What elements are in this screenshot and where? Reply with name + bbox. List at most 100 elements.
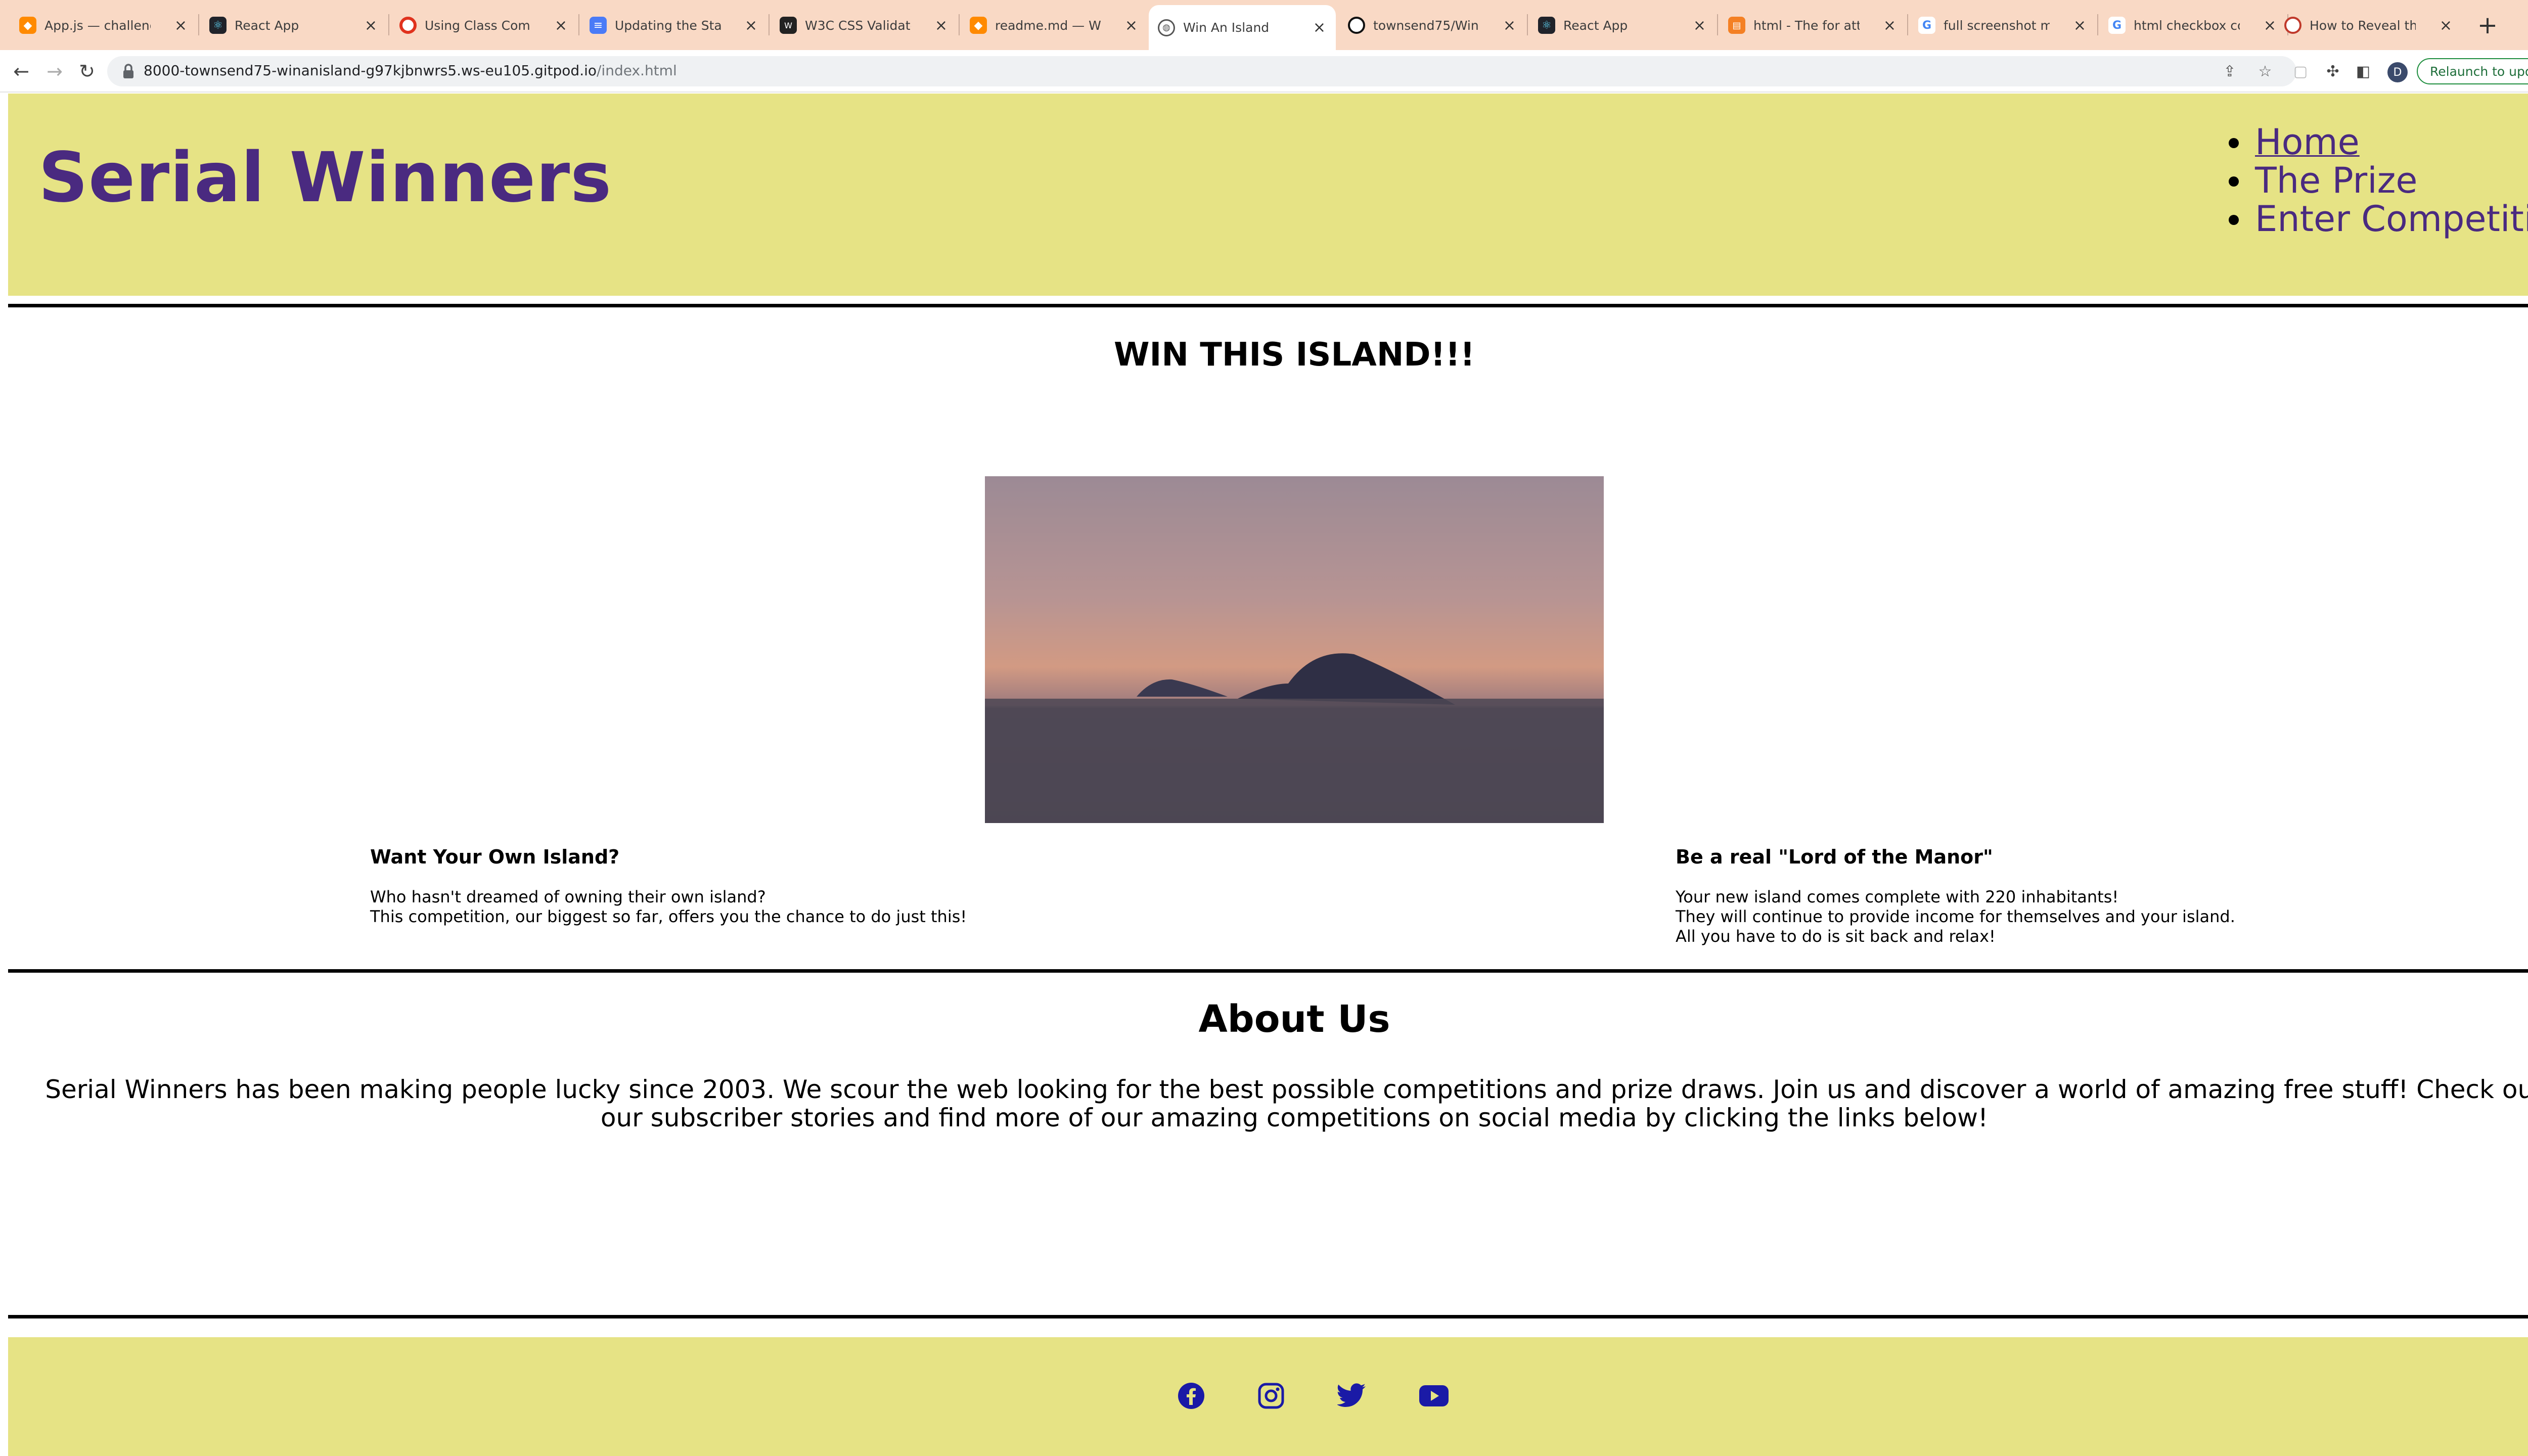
tab-title: W3C CSS Validator r xyxy=(805,18,911,33)
stackoverflow-icon: ▤ xyxy=(1728,17,1745,34)
tab-divider xyxy=(198,14,199,35)
nav-link-home[interactable]: Home xyxy=(2255,121,2360,163)
browser-tab[interactable]: How to Reveal the Li × xyxy=(2275,8,2462,42)
avatar-initial: D xyxy=(2393,66,2402,79)
browser-tab[interactable]: G full screenshot mac × xyxy=(1909,8,2096,42)
gitpod-icon: ◆ xyxy=(970,17,987,34)
github-icon xyxy=(1348,17,1365,34)
forward-button[interactable]: → xyxy=(40,57,69,85)
puzzle-icon[interactable]: ✣ xyxy=(2323,61,2343,81)
page-icon xyxy=(2284,17,2301,34)
youtube-icon[interactable] xyxy=(1419,1381,1449,1411)
about-text: Serial Winners has been making people lu… xyxy=(45,1075,2528,1132)
tab-title: readme.md — Win-a xyxy=(995,18,1101,33)
nav-item-enter[interactable]: Enter Competition xyxy=(2229,198,2528,240)
left-heading: Want Your Own Island? xyxy=(370,846,620,868)
close-icon[interactable]: × xyxy=(745,17,757,34)
close-icon[interactable]: × xyxy=(2073,17,2086,34)
web-page: Serial Winners Home The Prize Enter Comp… xyxy=(0,94,2528,1456)
nav-item-home[interactable]: Home xyxy=(2229,121,2528,163)
relaunch-button[interactable]: Relaunch to update ⋮ xyxy=(2417,58,2528,84)
tab-title: Using Class Compon xyxy=(425,18,531,33)
tab-divider xyxy=(769,14,770,35)
browser-toolbar: ← → ↻ 8000-townsend75-winanisland-g97kjb… xyxy=(0,50,2528,93)
reload-button[interactable]: ↻ xyxy=(73,57,101,85)
tab-title: townsend75/Win-an xyxy=(1373,18,1479,33)
avatar[interactable]: D xyxy=(2387,62,2408,82)
instagram-icon[interactable] xyxy=(1256,1381,1286,1411)
tab-divider xyxy=(388,14,389,35)
about-title: About Us xyxy=(1198,997,1390,1041)
browser-tab[interactable]: ◆ App.js — challenge- × xyxy=(10,8,197,42)
tab-title: html checkbox code xyxy=(2134,18,2240,33)
tab-title: React App xyxy=(1563,18,1628,33)
tab-title: Win An Island xyxy=(1183,20,1270,35)
close-icon[interactable]: × xyxy=(1693,17,1706,34)
google-icon: G xyxy=(2108,17,2126,34)
close-icon[interactable]: × xyxy=(365,17,377,34)
divider xyxy=(8,304,2528,307)
browser-tab-strip: ◆ App.js — challenge- × ⚛ React App × Us… xyxy=(0,0,2528,50)
lock-icon xyxy=(123,64,133,78)
url-path: /index.html xyxy=(597,62,677,79)
nav-link-prize[interactable]: The Prize xyxy=(2255,160,2417,201)
divider xyxy=(8,1315,2528,1318)
browser-tab-active[interactable]: ◍ Win An Island × xyxy=(1149,5,1336,50)
right-line: They will continue to provide income for… xyxy=(1676,907,2235,926)
site-header: Serial Winners Home The Prize Enter Comp… xyxy=(8,94,2528,296)
right-line: Your new island comes complete with 220 … xyxy=(1676,887,2119,906)
right-heading: Be a real "Lord of the Manor" xyxy=(1676,846,1993,868)
nav-item-prize[interactable]: The Prize xyxy=(2229,160,2528,201)
tab-title: React App xyxy=(235,18,299,33)
left-line: Who hasn't dreamed of owning their own i… xyxy=(370,887,766,906)
close-icon[interactable]: × xyxy=(1125,17,1138,34)
close-icon[interactable]: × xyxy=(935,17,947,34)
close-icon[interactable]: × xyxy=(1503,17,1516,34)
sidepanel-icon[interactable]: ◧ xyxy=(2353,61,2373,81)
island-image xyxy=(985,476,1604,823)
new-tab-button[interactable]: + xyxy=(2472,10,2503,40)
nav-link-enter[interactable]: Enter Competition xyxy=(2255,198,2528,240)
browser-tab[interactable]: ⚛ React App × xyxy=(1529,8,1716,42)
google-icon: G xyxy=(1918,17,1935,34)
tab-title: full screenshot mac xyxy=(1944,18,2050,33)
tab-divider xyxy=(1717,14,1718,35)
url-text: 8000-townsend75-winanisland-g97kjbnwrs5.… xyxy=(144,62,677,79)
tab-title: html - The for attribu xyxy=(1753,18,1860,33)
star-icon[interactable]: ☆ xyxy=(2256,62,2274,80)
close-icon[interactable]: × xyxy=(1883,17,1896,34)
tab-divider xyxy=(1907,14,1908,35)
w3c-icon: W xyxy=(780,17,797,34)
close-icon[interactable]: × xyxy=(1313,19,1326,36)
back-button[interactable]: ← xyxy=(7,57,35,85)
tab-divider xyxy=(959,14,960,35)
tab-title: Updating the State C xyxy=(615,18,721,33)
browser-tab[interactable]: ≡ Updating the State C × xyxy=(580,8,768,42)
close-icon[interactable]: × xyxy=(2264,17,2276,34)
right-line: All you have to do is sit back and relax… xyxy=(1676,927,1996,946)
browser-tab[interactable]: W W3C CSS Validator r × xyxy=(771,8,958,42)
close-icon[interactable]: × xyxy=(555,17,567,34)
facebook-icon[interactable] xyxy=(1176,1381,1206,1411)
hero-title: WIN THIS ISLAND!!! xyxy=(1113,336,1475,374)
browser-tab[interactable]: ◆ readme.md — Win-a × xyxy=(961,8,1148,42)
relaunch-label: Relaunch to update xyxy=(2430,64,2528,79)
browser-tab[interactable]: ▤ html - The for attribu × xyxy=(1719,8,1906,42)
browser-tab[interactable]: Using Class Compon × xyxy=(390,8,577,42)
extension-icon[interactable]: ▢ xyxy=(2290,61,2311,81)
browser-tab[interactable]: townsend75/Win-an × xyxy=(1339,8,1526,42)
close-icon[interactable]: × xyxy=(174,17,187,34)
address-bar[interactable]: 8000-townsend75-winanisland-g97kjbnwrs5.… xyxy=(107,56,2296,86)
browser-tab[interactable]: ⚛ React App × xyxy=(200,8,387,42)
close-icon[interactable]: × xyxy=(2440,17,2452,34)
twitter-icon[interactable] xyxy=(1337,1381,1367,1411)
site-title[interactable]: Serial Winners xyxy=(38,138,612,218)
divider xyxy=(8,969,2528,973)
share-icon[interactable]: ⇪ xyxy=(2221,62,2239,80)
tab-title: How to Reveal the Li xyxy=(2310,18,2416,33)
browser-tab[interactable]: G html checkbox code × xyxy=(2099,8,2286,42)
docs-icon: ≡ xyxy=(590,17,607,34)
gitpod-icon: ◆ xyxy=(19,17,36,34)
globe-icon: ◍ xyxy=(1158,19,1175,36)
url-host: 8000-townsend75-winanisland-g97kjbnwrs5.… xyxy=(144,62,597,79)
